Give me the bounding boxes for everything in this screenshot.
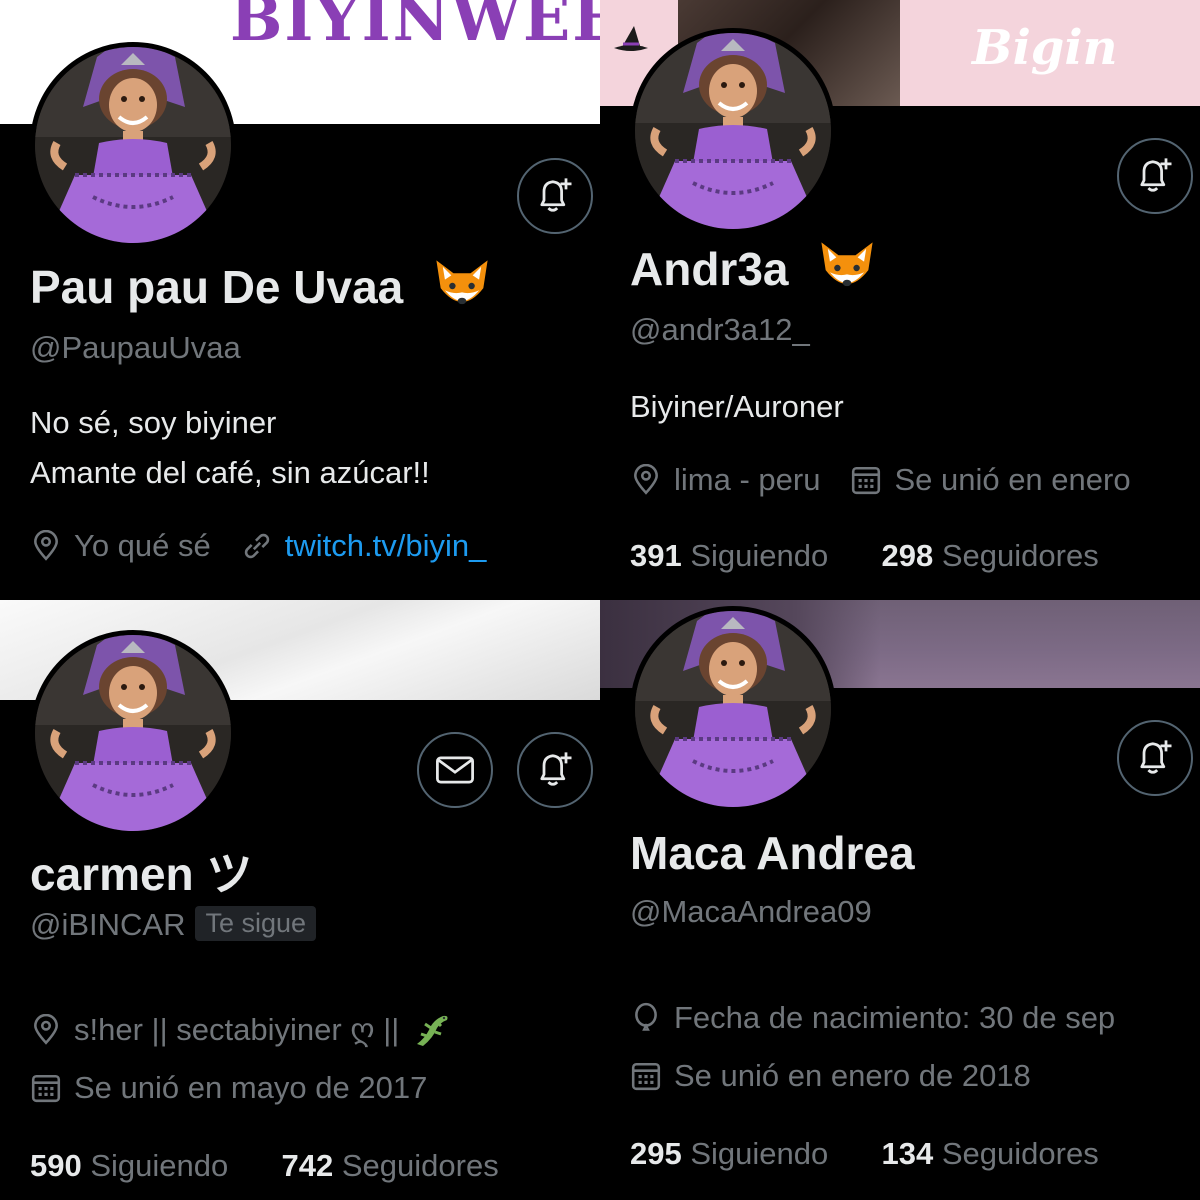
display-name: Andr3a — [630, 243, 789, 295]
followers-label: Seguidores — [941, 538, 1099, 573]
followers-stat[interactable]: 298 Seguidores — [882, 538, 1099, 573]
following-count: 391 — [630, 538, 682, 573]
profile-panel-andr3a: Bigin Andr3a @andr3a12_ Biyiner/Auroner … — [600, 0, 1200, 600]
display-name: Maca Andrea — [630, 827, 915, 879]
notifications-bell-button[interactable] — [1117, 138, 1193, 214]
follow-stats: 391 Siguiendo 298 Seguidores — [630, 538, 1099, 574]
follows-you-badge: Te sigue — [195, 906, 317, 941]
profile-meta: Yo qué sé twitch.tv/biyin_ — [30, 528, 486, 564]
profile-meta-birthday: Fecha de nacimiento: 30 de sep — [630, 1000, 1115, 1036]
website-link[interactable]: twitch.tv/biyin_ — [285, 528, 487, 564]
location: lima - peru — [674, 462, 821, 497]
display-name: Pau pau De Uvaa — [30, 261, 404, 313]
banner-title: BIYINWEEN — [230, 0, 600, 55]
display-name-row: Pau pau De Uvaa — [30, 260, 494, 318]
profile-meta-joined: Se unió en enero de 2018 — [630, 1058, 1031, 1094]
avatar[interactable] — [30, 630, 236, 836]
profile-panel-paupau: BIYINWEEN Pau pau De Uvaa @PaupauUvaa No… — [0, 0, 600, 600]
notifications-bell-button[interactable] — [1117, 720, 1193, 796]
followers-count: 134 — [881, 1136, 934, 1171]
followers-stat[interactable]: 742 Seguidores — [282, 1148, 499, 1183]
mail-icon — [433, 748, 477, 792]
followers-label: Seguidores — [941, 1136, 1099, 1171]
join-date: Se unió en mayo de 2017 — [74, 1070, 428, 1105]
handle: @PaupauUvaa — [30, 330, 241, 365]
followers-label: Seguidores — [341, 1148, 499, 1183]
calendar-icon — [850, 464, 882, 496]
bio-line: Amante del café, sin azúcar!! — [30, 455, 430, 490]
following-label: Siguiendo — [690, 1136, 829, 1171]
avatar[interactable] — [30, 42, 236, 248]
profile-panel-carmen: carmen ツ @iBINCAR Te sigue s!her || secta… — [0, 600, 600, 1200]
profile-panel-maca: Maca Andrea @MacaAndrea09 Fecha de nacim… — [600, 600, 1200, 1200]
display-name-row: Andr3a — [630, 242, 879, 300]
bell-plus-icon — [1133, 736, 1177, 780]
join-date: Se unió en enero de 2018 — [674, 1058, 1031, 1093]
location-pin-icon — [30, 1014, 62, 1046]
follow-stats: 295 Siguiendo 134 Seguidores — [630, 1136, 1099, 1172]
handle: @iBINCAR — [30, 907, 186, 942]
banner-title: Bigin — [972, 20, 1118, 76]
birthday: Fecha de nacimiento: 30 de sep — [674, 1000, 1116, 1035]
location: Yo qué sé — [74, 528, 211, 563]
location-pin-icon — [630, 464, 662, 496]
link-icon — [241, 530, 273, 562]
message-button[interactable] — [417, 732, 493, 808]
bio: Biyiner/Auroner — [630, 382, 844, 432]
notifications-bell-button[interactable] — [517, 732, 593, 808]
following-count: 590 — [30, 1148, 82, 1183]
followers-count: 298 — [881, 538, 934, 573]
location: s!her || sectabiyiner ღ || — [74, 1012, 400, 1047]
followers-count: 742 — [281, 1148, 334, 1183]
calendar-icon — [30, 1072, 62, 1104]
profile-meta: s!her || sectabiyiner ღ || — [30, 1010, 463, 1050]
join-date: Se unió en enero — [894, 462, 1131, 497]
following-stat[interactable]: 295 Siguiendo — [630, 1136, 828, 1171]
handle: @andr3a12_ — [630, 312, 810, 347]
following-label: Siguiendo — [690, 538, 829, 573]
location-pin-icon — [30, 530, 62, 562]
witch-hat-icon — [614, 26, 648, 51]
following-stat[interactable]: 391 Siguiendo — [630, 538, 828, 573]
display-name: carmen ツ — [30, 848, 253, 900]
profile-meta-joined: Se unió en mayo de 2017 — [30, 1070, 427, 1106]
following-label: Siguiendo — [90, 1148, 229, 1183]
following-stat[interactable]: 590 Siguiendo — [30, 1148, 228, 1183]
following-count: 295 — [630, 1136, 682, 1171]
bio: No sé, soy biyiner Amante del café, sin … — [30, 398, 430, 498]
followers-stat[interactable]: 134 Seguidores — [882, 1136, 1099, 1171]
handle-row: @iBINCAR Te sigue — [30, 906, 317, 943]
bio-line: Biyiner/Auroner — [630, 389, 844, 424]
lizard-icon — [411, 1010, 451, 1050]
profile-meta: lima - peru Se unió en enero — [630, 462, 1131, 498]
fox-face-icon — [815, 236, 879, 300]
bell-plus-icon — [1133, 154, 1177, 198]
bio-line: No sé, soy biyiner — [30, 405, 277, 440]
notifications-bell-button[interactable] — [517, 158, 593, 234]
avatar[interactable] — [630, 28, 836, 234]
handle: @MacaAndrea09 — [630, 894, 872, 929]
avatar[interactable] — [630, 606, 836, 812]
fox-face-icon — [430, 254, 494, 318]
bell-plus-icon — [533, 748, 577, 792]
bell-plus-icon — [533, 174, 577, 218]
balloon-icon — [630, 1002, 662, 1034]
calendar-icon — [630, 1060, 662, 1092]
follow-stats: 590 Siguiendo 742 Seguidores — [30, 1148, 499, 1184]
